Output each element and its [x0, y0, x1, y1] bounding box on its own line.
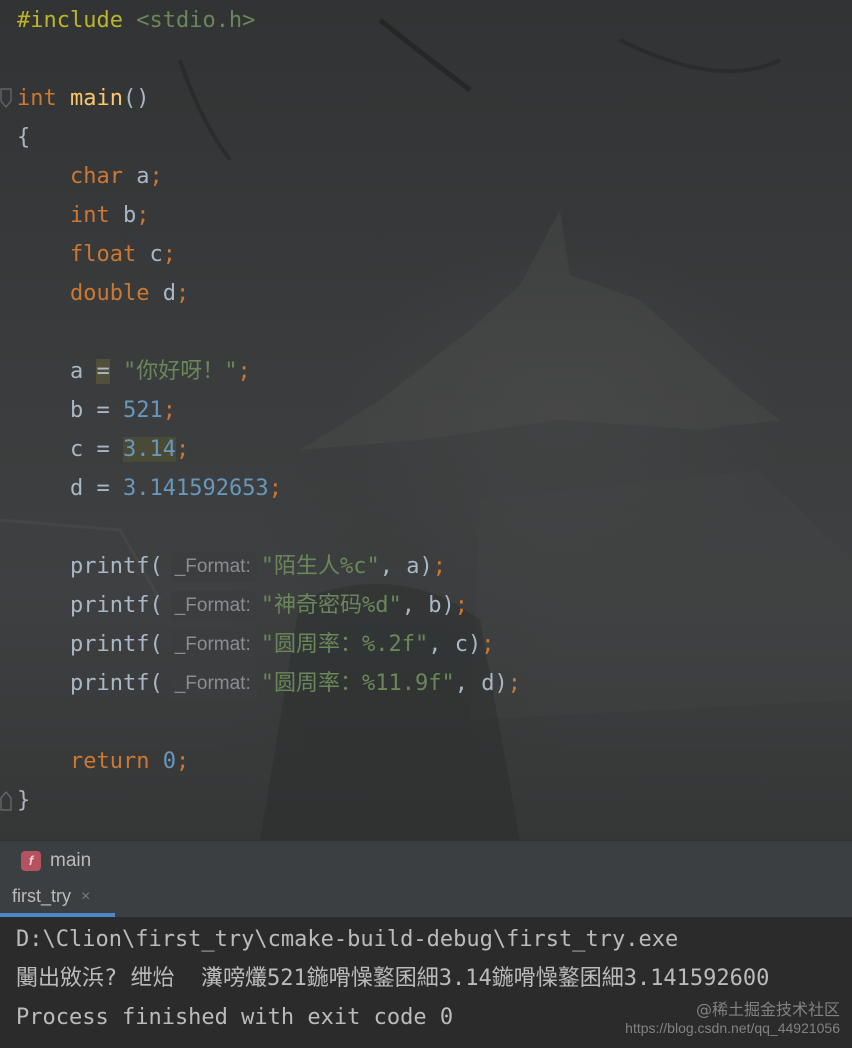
- semicolon: ;: [162, 242, 176, 267]
- breadcrumb-item-main[interactable]: main: [50, 850, 91, 872]
- code-line-return[interactable]: return 0;: [17, 742, 189, 781]
- number-literal-highlighted: 3.14: [122, 437, 176, 462]
- parameter-hint: _Format:: [170, 630, 257, 660]
- semicolon: ;: [149, 164, 163, 189]
- keyword: int: [17, 86, 57, 111]
- assign-operator: =: [83, 437, 123, 462]
- code-line-assign-d[interactable]: d = 3.141592653;: [17, 469, 282, 508]
- function-name: main: [70, 86, 123, 111]
- parens: (): [122, 86, 150, 111]
- parameter-hint: _Format:: [170, 591, 257, 621]
- code-line-printf-3[interactable]: printf( _Format: "圆周率：%.2f", c);: [17, 625, 494, 664]
- variable: b: [69, 398, 84, 423]
- variable: a: [69, 359, 84, 384]
- code-line-printf-1[interactable]: printf( _Format: "陌生人%c", a);: [17, 547, 446, 586]
- variable: c: [69, 437, 84, 462]
- watermark-brand: @稀土掘金技术社区: [695, 1000, 840, 1019]
- type-keyword: int: [69, 203, 110, 228]
- arguments: , c): [428, 632, 482, 657]
- code-line-main-signature[interactable]: int main(): [17, 79, 149, 118]
- arguments: , d): [454, 671, 508, 696]
- code-editor[interactable]: #include <stdio.h> int main() { char a; …: [0, 0, 852, 840]
- code-line-include[interactable]: #include <stdio.h>: [17, 1, 255, 40]
- semicolon: ;: [237, 359, 251, 384]
- variable: d: [69, 476, 84, 501]
- assign-operator: =: [83, 398, 123, 423]
- semicolon: ;: [162, 398, 176, 423]
- assign-operator: =: [83, 476, 123, 501]
- code-line-assign-c[interactable]: c = 3.14;: [17, 430, 189, 469]
- variable: d: [162, 281, 176, 306]
- tab-label: first_try: [12, 886, 72, 906]
- run-tool-window-tabs: first_try ×: [0, 880, 852, 918]
- function-icon: f: [21, 850, 41, 871]
- number-literal: 0: [162, 749, 176, 774]
- variable: b: [122, 203, 137, 228]
- semicolon: ;: [432, 554, 446, 579]
- semicolon: ;: [268, 476, 282, 501]
- type-keyword: char: [69, 164, 123, 189]
- open-brace: {: [17, 125, 31, 150]
- string-literal: "你好呀！": [122, 359, 238, 384]
- parameter-hint: _Format:: [170, 552, 257, 582]
- return-keyword: return: [69, 749, 150, 774]
- semicolon: ;: [136, 203, 150, 228]
- close-brace: }: [17, 788, 31, 813]
- console-line-output: 闄出敓浜? 绁炲 瀵嗙爜521鍦嗗懆鐜囷細3.14鍦嗗懆鐜囷細3.1415926…: [16, 966, 770, 991]
- watermark-url: https://blog.csdn.net/qq_44921056: [625, 1020, 840, 1036]
- format-string: "圆周率：%11.9f": [260, 671, 455, 696]
- printf-call: printf(: [69, 632, 163, 657]
- code-line-decl-float[interactable]: float c;: [17, 235, 176, 274]
- format-string: "陌生人%c": [260, 554, 380, 579]
- variable: a: [136, 164, 150, 189]
- fold-icon[interactable]: [0, 87, 12, 109]
- assign-operator-highlighted: =: [96, 359, 110, 384]
- console-line-path: D:\Clion\first_try\cmake-build-debug\fir…: [16, 927, 679, 952]
- close-icon[interactable]: ×: [81, 888, 90, 906]
- semicolon: ;: [175, 281, 190, 306]
- code-line-decl-double[interactable]: double d;: [17, 274, 189, 313]
- include-header: <stdio.h>: [136, 8, 256, 33]
- printf-call: printf(: [69, 671, 163, 696]
- code-line-close-brace[interactable]: }: [17, 781, 30, 820]
- arguments: , a): [379, 554, 433, 579]
- printf-call: printf(: [69, 593, 163, 618]
- format-string: "圆周率：%.2f": [260, 632, 429, 657]
- semicolon: ;: [507, 671, 521, 696]
- preprocessor-directive: #include: [17, 8, 123, 33]
- code-line-assign-a[interactable]: a = "你好呀！";: [17, 352, 251, 391]
- console-line-exit: Process finished with exit code 0: [16, 1005, 454, 1030]
- semicolon: ;: [454, 593, 468, 618]
- semicolon: ;: [175, 749, 190, 774]
- printf-call: printf(: [69, 554, 163, 579]
- code-line-open-brace[interactable]: {: [17, 118, 30, 157]
- variable: c: [149, 242, 163, 267]
- breadcrumb[interactable]: f main: [0, 840, 852, 880]
- type-keyword: double: [69, 281, 150, 306]
- arguments: , b): [401, 593, 455, 618]
- run-console[interactable]: D:\Clion\first_try\cmake-build-debug\fir…: [0, 918, 852, 1048]
- code-line-printf-4[interactable]: printf( _Format: "圆周率：%11.9f", d);: [17, 664, 521, 703]
- code-line-assign-b[interactable]: b = 521;: [17, 391, 176, 430]
- type-keyword: float: [69, 242, 137, 267]
- semicolon: ;: [175, 437, 190, 462]
- code-line-decl-char[interactable]: char a;: [17, 157, 163, 196]
- number-literal: 3.141592653: [122, 476, 269, 501]
- semicolon: ;: [481, 632, 495, 657]
- tab-first-try[interactable]: first_try ×: [0, 880, 115, 917]
- code-line-printf-2[interactable]: printf( _Format: "神奇密码%d", b);: [17, 586, 468, 625]
- code-line-decl-int[interactable]: int b;: [17, 196, 150, 235]
- fold-end-icon[interactable]: [0, 790, 12, 812]
- parameter-hint: _Format:: [170, 669, 257, 699]
- format-string: "神奇密码%d": [260, 593, 402, 618]
- number-literal: 521: [122, 398, 163, 423]
